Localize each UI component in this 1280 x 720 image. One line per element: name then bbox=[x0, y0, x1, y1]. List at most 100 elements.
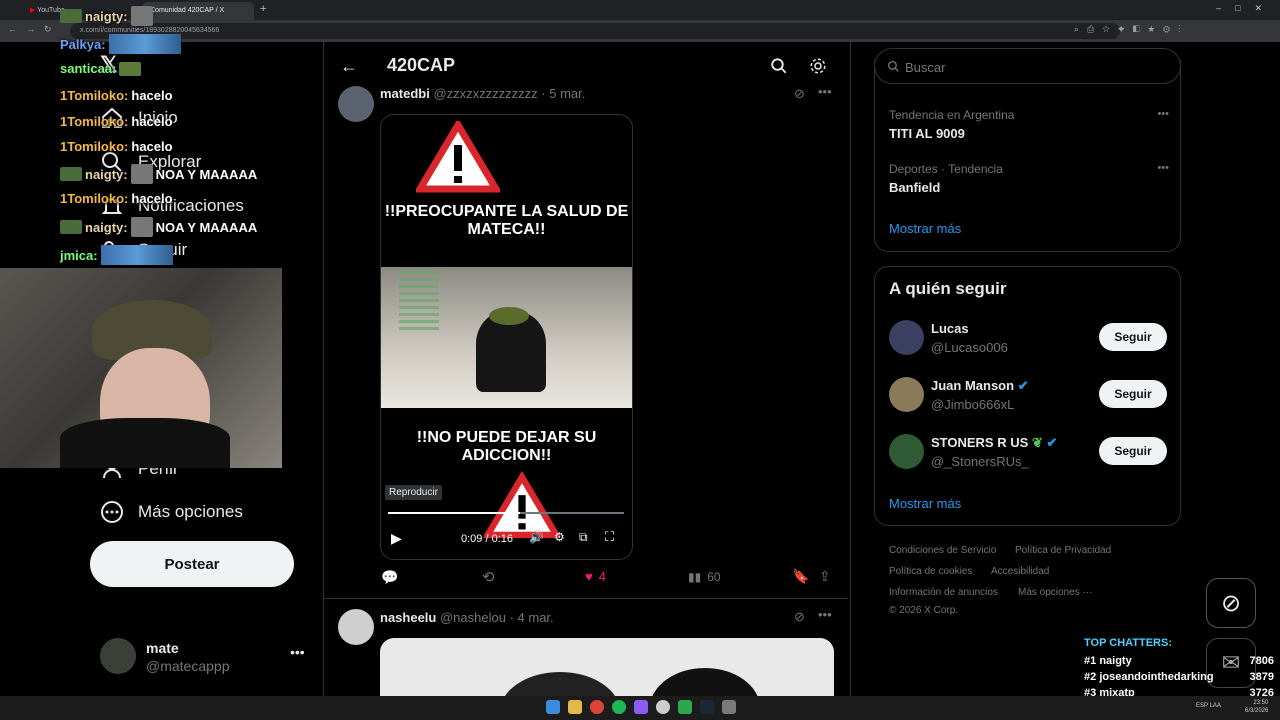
post-media[interactable] bbox=[380, 638, 834, 696]
play-icon[interactable]: ▶ bbox=[391, 530, 402, 547]
share-icon[interactable]: ⇪ bbox=[819, 568, 831, 585]
grok-icon[interactable]: ⊘ bbox=[1206, 578, 1256, 628]
badge-icon bbox=[60, 220, 82, 234]
top-chatters-overlay: TOP CHATTERS: #1 naigty 7806 #2 joseando… bbox=[1080, 634, 1280, 699]
back-arrow-icon[interactable]: ← bbox=[340, 56, 358, 77]
taskbar-clock[interactable]: 23:50 6/3/2026 bbox=[1245, 699, 1268, 715]
file-explorer-icon[interactable] bbox=[568, 700, 582, 714]
avatar bbox=[889, 320, 924, 355]
post[interactable]: nasheelu @nashelou · 4 mar. ⊘ ••• bbox=[324, 599, 848, 696]
badge-icon bbox=[60, 9, 82, 23]
chat-line: naigty: NOA Y MAAAAA bbox=[60, 217, 257, 237]
new-tab-icon[interactable]: + bbox=[260, 3, 266, 15]
trend-item[interactable]: Tendencia en Argentina TITI AL 9009 ••• bbox=[889, 108, 1169, 141]
settings-icon[interactable]: ⚙ bbox=[554, 530, 565, 544]
chart-icon: ▮▮ bbox=[688, 570, 702, 584]
extension-icons[interactable]: ⌕⎙☆✦◧★⚙⋮ bbox=[1074, 24, 1188, 35]
show-more-link[interactable]: Mostrar más bbox=[889, 496, 961, 511]
badge-icon bbox=[60, 167, 82, 181]
video-player[interactable]: !!PREOCUPANTE LA SALUD DE MATECA!! !!NO … bbox=[380, 114, 633, 560]
post-meta: matedbi @zzxzxzzzzzzzzz · 5 mar. bbox=[380, 86, 585, 101]
windows-start-icon[interactable] bbox=[546, 700, 560, 714]
heart-icon: ♥ bbox=[585, 569, 593, 584]
footer-link[interactable]: Más opciones ··· bbox=[1018, 587, 1092, 598]
app-icon[interactable] bbox=[678, 700, 692, 714]
url-input[interactable]: x.com/i/communities/1893028820045634566 bbox=[70, 23, 1120, 39]
post-button[interactable]: Postear bbox=[90, 541, 294, 587]
chatter-count: 3879 bbox=[1249, 671, 1274, 683]
footer-link[interactable]: Política de Privacidad bbox=[1015, 545, 1111, 556]
post-handle: @nashelou bbox=[439, 610, 506, 625]
clock-time: 23:50 bbox=[1253, 700, 1269, 706]
more-icon[interactable]: ••• bbox=[1157, 162, 1169, 174]
avatar[interactable] bbox=[338, 86, 374, 122]
post-date[interactable]: · 5 mar. bbox=[541, 86, 585, 101]
post[interactable]: matedbi @zzxzxzzzzzzzzz · 5 mar. ⊘ ••• !… bbox=[324, 82, 848, 598]
chat-message: hacelo bbox=[131, 191, 173, 206]
chat-user: naigty: bbox=[85, 8, 128, 24]
spotify-icon[interactable] bbox=[612, 700, 626, 714]
chat-user: santicaa: bbox=[60, 61, 117, 76]
grok-icon[interactable]: ⊘ bbox=[794, 86, 805, 102]
reply-icon[interactable]: 💬 bbox=[381, 569, 398, 586]
suggestion-name: STONERS R US bbox=[931, 435, 1029, 450]
video-headline: !!PREOCUPANTE LA SALUD DE MATECA!! bbox=[384, 203, 629, 238]
top-chatters-title: TOP CHATTERS: bbox=[1084, 637, 1173, 649]
views-button[interactable]: ▮▮ 60 bbox=[688, 570, 721, 584]
pip-icon[interactable]: ⧉ bbox=[579, 530, 588, 545]
more-icon[interactable]: ••• bbox=[1157, 108, 1169, 120]
reload-icon[interactable]: ↻ bbox=[44, 24, 52, 35]
more-icon[interactable]: ••• bbox=[818, 84, 832, 99]
bookmark-icon[interactable]: 🔖 bbox=[792, 568, 809, 585]
like-button[interactable]: ♥ 4 bbox=[585, 569, 606, 584]
footer-link[interactable]: Condiciones de Servicio bbox=[889, 545, 996, 556]
chat-message: hacelo bbox=[131, 88, 173, 103]
volume-icon[interactable]: 🔊 bbox=[529, 530, 544, 544]
app-icon[interactable] bbox=[634, 700, 648, 714]
footer-link[interactable]: Política de cookies bbox=[889, 566, 972, 577]
suggestion-handle: @_StonersRUs_ bbox=[931, 454, 1029, 469]
forward-icon[interactable]: → bbox=[26, 24, 35, 34]
follow-suggestion[interactable]: Juan Manson ✔ @Jimbo666xL Seguir bbox=[889, 377, 1169, 415]
post-author[interactable]: matedbi bbox=[380, 86, 430, 101]
repost-icon[interactable]: ⟲ bbox=[482, 568, 495, 586]
post-author[interactable]: nasheelu bbox=[380, 610, 436, 625]
gear-icon[interactable] bbox=[809, 57, 827, 75]
footer-link[interactable]: Información de anuncios bbox=[889, 587, 998, 598]
window-controls[interactable]: –□✕ bbox=[1216, 3, 1276, 14]
more-icon[interactable]: ••• bbox=[290, 644, 305, 660]
show-more-link[interactable]: Mostrar más bbox=[889, 221, 961, 236]
account-switcher[interactable]: mate @matecappp ••• bbox=[100, 638, 330, 678]
chat-user: naigty: bbox=[85, 219, 128, 235]
follow-button[interactable]: Seguir bbox=[1099, 380, 1167, 408]
app-icon[interactable] bbox=[722, 700, 736, 714]
obs-icon[interactable] bbox=[656, 700, 670, 714]
chatter-rank: #1 bbox=[1084, 655, 1097, 667]
follow-suggestion[interactable]: STONERS R US ❦ ✔ @_StonersRUs_ Seguir bbox=[889, 434, 1169, 472]
nav-more[interactable]: Más opciones bbox=[100, 500, 243, 524]
more-icon[interactable]: ••• bbox=[818, 607, 832, 622]
suggestion-name: Lucas bbox=[931, 321, 969, 336]
grok-icon[interactable]: ⊘ bbox=[794, 609, 805, 625]
follow-suggestion[interactable]: Lucas @Lucaso006 Seguir bbox=[889, 320, 1169, 358]
avatar[interactable] bbox=[338, 609, 374, 645]
back-icon[interactable]: ← bbox=[8, 24, 17, 34]
trend-item[interactable]: Deportes · Tendencia Banfield ••• bbox=[889, 162, 1169, 195]
follow-button[interactable]: Seguir bbox=[1099, 437, 1167, 465]
tab-community[interactable]: Comunidad 420CAP / X bbox=[142, 2, 254, 20]
chat-user: 1Tomiloko: bbox=[60, 88, 129, 103]
search-icon[interactable] bbox=[770, 57, 788, 75]
fullscreen-icon[interactable]: ⛶ bbox=[605, 529, 614, 545]
leaf-icon: ❦ bbox=[1031, 435, 1043, 450]
steam-icon[interactable] bbox=[700, 700, 714, 714]
emote-icon bbox=[130, 217, 153, 237]
video-frame-cap bbox=[489, 307, 529, 325]
post-handle: @zzxzxzzzzzzzzz bbox=[433, 86, 538, 101]
post-date[interactable]: · 4 mar. bbox=[510, 610, 554, 625]
language-indicator[interactable]: ESP LAA bbox=[1196, 703, 1221, 709]
footer-link[interactable]: Accesibilidad bbox=[991, 566, 1049, 577]
chat-line: santicaa: bbox=[60, 61, 142, 76]
chrome-icon[interactable] bbox=[590, 700, 604, 714]
follow-button[interactable]: Seguir bbox=[1099, 323, 1167, 351]
video-progress-track[interactable] bbox=[388, 512, 624, 514]
